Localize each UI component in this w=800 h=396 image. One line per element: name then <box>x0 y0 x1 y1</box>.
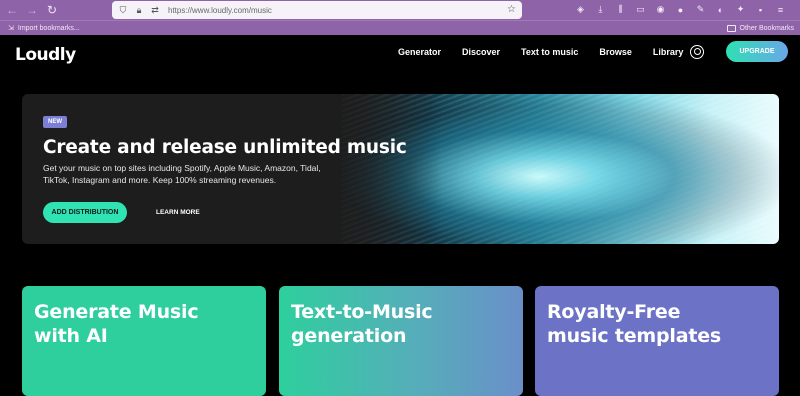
main-nav: Generator Discover Text to music Browse … <box>398 47 683 57</box>
user-account-icon[interactable] <box>690 45 704 59</box>
library-icon[interactable]: ⫼ <box>614 3 627 16</box>
sidebar-icon[interactable]: ▭ <box>634 3 647 16</box>
pocket-icon[interactable]: ◈ <box>574 3 587 16</box>
download-icon[interactable]: ⤓ <box>594 3 607 16</box>
card-title: Text-to-Music generation <box>291 300 433 348</box>
card-title: Generate Music with AI <box>34 300 199 348</box>
reload-icon[interactable]: ↻ <box>44 2 60 18</box>
nav-library[interactable]: Library <box>653 47 684 57</box>
profile-icon[interactable]: ▪ <box>754 3 767 16</box>
learn-more-link[interactable]: LEARN MORE <box>156 209 200 216</box>
card-title-line: generation <box>291 325 407 347</box>
card-text-to-music[interactable]: Text-to-Music generation <box>279 286 523 396</box>
hero-title: Create and release unlimited music <box>43 137 407 158</box>
url-text[interactable]: https://www.loudly.com/music <box>168 6 272 15</box>
menu-icon[interactable]: ≡ <box>774 3 787 16</box>
bookmark-star-icon[interactable]: ☆ <box>507 4 516 15</box>
card-title-line: Generate Music <box>34 301 199 323</box>
import-bookmarks-label: Import bookmarks... <box>17 24 80 32</box>
other-bookmarks-label: Other Bookmarks <box>739 24 794 32</box>
shield-icon[interactable]: ⛉ <box>118 5 128 15</box>
extension-icon[interactable]: ◐ <box>714 3 727 16</box>
import-bookmarks[interactable]: ⇲ Import bookmarks... <box>8 24 80 33</box>
card-title: Royalty-Free music templates <box>547 300 721 348</box>
nav-discover[interactable]: Discover <box>462 47 500 57</box>
card-generate-music[interactable]: Generate Music with AI <box>22 286 266 396</box>
nav-browse[interactable]: Browse <box>599 47 632 57</box>
back-icon[interactable]: ← <box>4 2 20 18</box>
hero-description: Get your music on top sites including Sp… <box>43 163 321 185</box>
upgrade-button[interactable]: UPGRADE <box>726 41 788 62</box>
hero-banner: NEW Create and release unlimited music G… <box>22 94 779 244</box>
site-logo[interactable]: Loudly <box>15 45 76 65</box>
address-bar[interactable]: ⛉ 🔒︎ ⇄ https://www.loudly.com/music ☆ <box>112 1 522 19</box>
extensions-puzzle-icon[interactable]: ✦ <box>734 3 747 16</box>
card-royalty-free[interactable]: Royalty-Free music templates <box>535 286 779 396</box>
folder-icon <box>726 24 736 32</box>
permissions-icon[interactable]: ⇄ <box>150 5 160 15</box>
import-icon: ⇲ <box>8 25 14 32</box>
card-title-line: Royalty-Free <box>547 301 681 323</box>
nav-generator[interactable]: Generator <box>398 47 441 57</box>
add-distribution-button[interactable]: ADD DISTRIBUTION <box>43 202 127 223</box>
other-bookmarks[interactable]: Other Bookmarks <box>726 24 794 32</box>
extension-icon[interactable]: ● <box>674 3 687 16</box>
bookmarks-bar: ⇲ Import bookmarks... Other Bookmarks <box>0 20 800 35</box>
browser-toolbar: ← → ↻ ⛉ 🔒︎ ⇄ https://www.loudly.com/musi… <box>0 0 800 20</box>
site-header: Loudly Generator Discover Text to music … <box>0 35 800 75</box>
extension-icon[interactable]: ✎ <box>694 3 707 16</box>
card-title-line: music templates <box>547 325 722 347</box>
lock-icon[interactable]: 🔒︎ <box>134 5 144 15</box>
new-badge: NEW <box>43 116 67 128</box>
hero-fade <box>302 94 442 244</box>
forward-icon[interactable]: → <box>24 2 40 18</box>
nav-text-to-music[interactable]: Text to music <box>521 47 578 57</box>
account-icon[interactable]: ◉ <box>654 3 667 16</box>
card-title-line: with AI <box>34 325 108 347</box>
card-title-line: Text-to-Music <box>291 301 433 323</box>
toolbar-icons: ◈ ⤓ ⫼ ▭ ◉ ● ✎ ◐ ✦ ▪ ≡ <box>574 3 787 16</box>
